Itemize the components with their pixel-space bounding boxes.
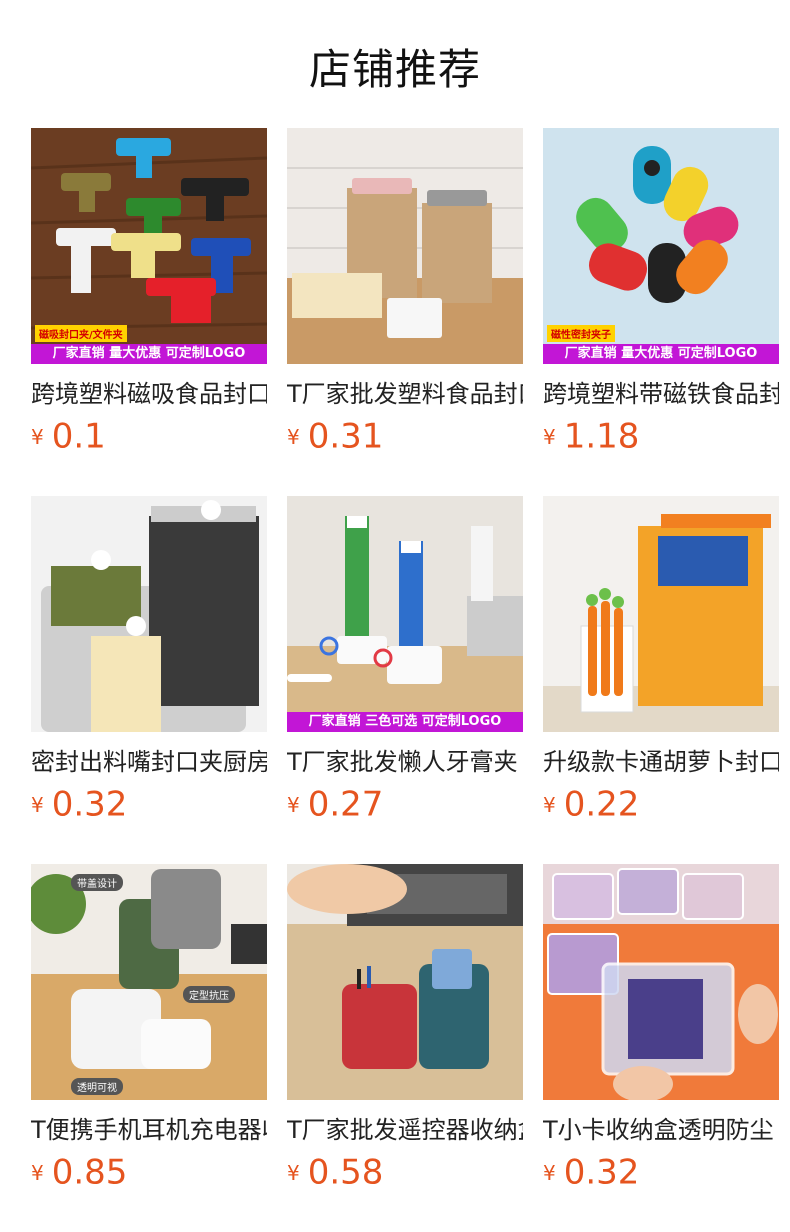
price-value: 0.32	[563, 1152, 640, 1193]
product-image[interactable]: 磁性密封夹子 厂家直销 量大优惠 可定制LOGO	[543, 128, 779, 364]
product-grid: 磁吸封口夹/文件夹 厂家直销 量大优惠 可定制LOGO 跨境塑料磁吸食品封口夹 …	[31, 128, 779, 1232]
product-price: ¥0.31	[287, 418, 523, 455]
currency-symbol: ¥	[287, 1160, 300, 1185]
section-title: 店铺推荐	[308, 45, 481, 94]
product-card[interactable]: 磁性密封夹子 厂家直销 量大优惠 可定制LOGO 跨境塑料带磁铁食品封口夹 ¥1…	[543, 128, 779, 496]
product-price: ¥0.85	[31, 1154, 267, 1191]
price-value: 0.85	[51, 1152, 128, 1193]
currency-symbol: ¥	[543, 424, 556, 449]
product-image[interactable]: 厂家直销 三色可选 可定制LOGO	[287, 496, 523, 732]
price-value: 0.32	[51, 784, 128, 825]
feature-label: 带盖设计	[71, 874, 123, 891]
product-name[interactable]: T厂家批发懒人牙膏夹	[287, 746, 523, 778]
feature-label: 透明可视	[71, 1078, 123, 1095]
product-card[interactable]: 升级款卡通胡萝卜封口夹 ¥0.22	[543, 496, 779, 864]
product-card[interactable]: T厂家批发塑料食品封口夹 ¥0.31	[287, 128, 523, 496]
price-value: 0.22	[563, 784, 640, 825]
price-value: 0.27	[307, 784, 384, 825]
product-price: ¥0.22	[543, 786, 779, 823]
product-name[interactable]: T小卡收纳盒透明防尘	[543, 1114, 779, 1146]
product-price: ¥0.1	[31, 418, 267, 455]
promo-banner: 厂家直销 三色可选 可定制LOGO	[287, 712, 523, 732]
product-image[interactable]	[287, 864, 523, 1100]
currency-symbol: ¥	[31, 792, 44, 817]
product-card[interactable]: 厂家直销 三色可选 可定制LOGO T厂家批发懒人牙膏夹 ¥0.27	[287, 496, 523, 864]
promo-banner: 厂家直销 量大优惠 可定制LOGO	[31, 344, 267, 364]
product-image[interactable]	[543, 864, 779, 1100]
product-image[interactable]: 带盖设计 定型抗压 透明可视	[31, 864, 267, 1100]
product-name[interactable]: 升级款卡通胡萝卜封口夹	[543, 746, 779, 778]
product-image[interactable]: 磁吸封口夹/文件夹 厂家直销 量大优惠 可定制LOGO	[31, 128, 267, 364]
price-value: 0.31	[307, 416, 384, 457]
product-price: ¥0.32	[543, 1154, 779, 1191]
product-name[interactable]: T便携手机耳机充电器收纳盒	[31, 1114, 267, 1146]
currency-symbol: ¥	[543, 1160, 556, 1185]
product-name[interactable]: 密封出料嘴封口夹厨房	[31, 746, 267, 778]
product-name[interactable]: 跨境塑料带磁铁食品封口夹	[543, 378, 779, 410]
price-value: 1.18	[563, 416, 640, 457]
product-name[interactable]: 跨境塑料磁吸食品封口夹	[31, 378, 267, 410]
price-value: 0.1	[51, 416, 106, 457]
product-image[interactable]	[31, 496, 267, 732]
product-card[interactable]: T厂家批发遥控器收纳盒 ¥0.58	[287, 864, 523, 1232]
product-card[interactable]: 磁吸封口夹/文件夹 厂家直销 量大优惠 可定制LOGO 跨境塑料磁吸食品封口夹 …	[31, 128, 267, 496]
product-image[interactable]	[543, 496, 779, 732]
product-card[interactable]: T小卡收纳盒透明防尘 ¥0.32	[543, 864, 779, 1232]
currency-symbol: ¥	[287, 424, 300, 449]
feature-label: 定型抗压	[183, 986, 235, 1003]
product-tag: 磁性密封夹子	[547, 325, 615, 342]
product-tag: 磁吸封口夹/文件夹	[35, 325, 127, 342]
product-card[interactable]: 密封出料嘴封口夹厨房 ¥0.32	[31, 496, 267, 864]
product-card[interactable]: 带盖设计 定型抗压 透明可视 T便携手机耳机充电器收纳盒 ¥0.85	[31, 864, 267, 1232]
product-price: ¥0.58	[287, 1154, 523, 1191]
product-price: ¥0.32	[31, 786, 267, 823]
promo-banner: 厂家直销 量大优惠 可定制LOGO	[543, 344, 779, 364]
currency-symbol: ¥	[31, 424, 44, 449]
currency-symbol: ¥	[31, 1160, 44, 1185]
product-name[interactable]: T厂家批发塑料食品封口夹	[287, 378, 523, 410]
product-price: ¥1.18	[543, 418, 779, 455]
product-price: ¥0.27	[287, 786, 523, 823]
product-name[interactable]: T厂家批发遥控器收纳盒	[287, 1114, 523, 1146]
currency-symbol: ¥	[287, 792, 300, 817]
currency-symbol: ¥	[543, 792, 556, 817]
price-value: 0.58	[307, 1152, 384, 1193]
product-image[interactable]	[287, 128, 523, 364]
